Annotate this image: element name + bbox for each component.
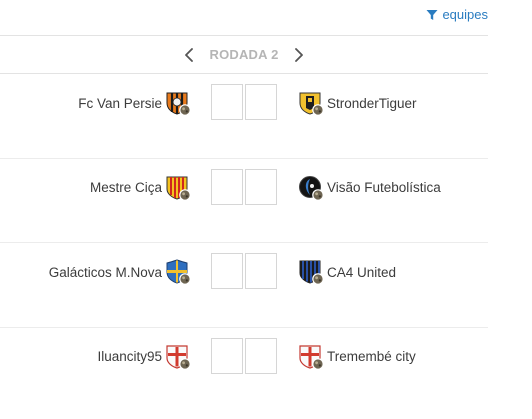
yellow-red-striped-crest-icon xyxy=(165,175,191,201)
away-score-input[interactable] xyxy=(245,84,277,120)
match-row: Mestre Ciça Visão Futebolística xyxy=(0,159,488,243)
black-round-crest-icon xyxy=(298,175,324,201)
chevron-right-icon xyxy=(294,47,303,62)
home-team-name: Fc Van Persie xyxy=(78,95,162,111)
away-team-name: Tremembé city xyxy=(327,349,416,364)
white-red-cross-crest-icon xyxy=(165,344,191,370)
yellow-black-shield-crest-icon xyxy=(298,90,324,116)
filter-teams-button[interactable]: equipes xyxy=(426,7,488,22)
home-team[interactable]: Iluancity95 xyxy=(97,344,191,370)
blue-black-striped-crest-icon xyxy=(298,259,324,285)
away-team[interactable]: Tremembé city xyxy=(298,344,416,370)
home-score-input[interactable] xyxy=(211,253,243,289)
home-team[interactable]: Mestre Ciça xyxy=(90,175,191,201)
next-round-button[interactable] xyxy=(291,46,307,64)
home-score-input[interactable] xyxy=(211,84,243,120)
home-team-name: Iluancity95 xyxy=(97,349,162,364)
chevron-left-icon xyxy=(185,47,194,62)
match-list: Fc Van Persie StronderTiguer Mestre Ciça… xyxy=(0,74,488,412)
home-team[interactable]: Galácticos M.Nova xyxy=(49,259,191,285)
match-row: Iluancity95 Tremembé city xyxy=(0,328,488,413)
away-team[interactable]: Visão Futebolística xyxy=(298,175,441,201)
away-team-name: StronderTiguer xyxy=(327,95,417,111)
top-bar: equipes xyxy=(0,0,488,36)
home-team-name: Galácticos M.Nova xyxy=(48,264,162,280)
home-team[interactable]: Fc Van Persie xyxy=(78,90,191,116)
home-score-input[interactable] xyxy=(211,168,243,205)
round-label: RODADA 2 xyxy=(209,47,279,62)
blue-yellow-shield-crest-icon xyxy=(165,259,191,285)
away-team[interactable]: StronderTiguer xyxy=(298,90,417,116)
away-score-input[interactable] xyxy=(245,253,277,289)
home-score-input[interactable] xyxy=(211,337,243,374)
match-row: Fc Van Persie StronderTiguer xyxy=(0,74,488,159)
away-team[interactable]: CA4 United xyxy=(298,259,396,285)
filter-label: equipes xyxy=(442,7,488,22)
white-red-cross-crest-icon xyxy=(298,344,324,370)
away-team-name: Visão Futebolística xyxy=(327,180,441,195)
match-row: Galácticos M.Nova CA4 United xyxy=(0,243,488,328)
round-navigator: RODADA 2 xyxy=(0,36,488,74)
away-score-input[interactable] xyxy=(245,168,277,205)
away-score-input[interactable] xyxy=(245,337,277,374)
home-team-name: Mestre Ciça xyxy=(89,180,162,195)
away-team-name: CA4 United xyxy=(327,264,397,280)
previous-round-button[interactable] xyxy=(181,46,197,64)
filter-icon xyxy=(426,9,438,20)
orange-black-striped-crest-icon xyxy=(165,90,191,116)
